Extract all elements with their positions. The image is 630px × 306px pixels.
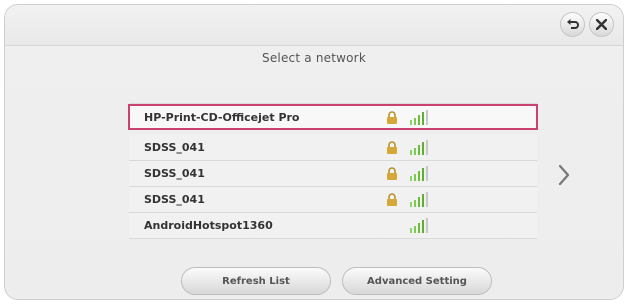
back-button[interactable] xyxy=(560,12,585,37)
close-button[interactable] xyxy=(589,12,614,37)
wifi-signal-icon xyxy=(410,192,428,207)
advanced-setting-button[interactable]: Advanced Setting xyxy=(342,267,492,295)
network-name: SDSS_041 xyxy=(144,193,205,206)
network-row[interactable]: HP-Print-CD-Officejet Pro xyxy=(128,104,538,130)
wifi-signal-icon xyxy=(410,140,428,155)
network-list: HP-Print-CD-Officejet Pro SDSS_041 SDSS_… xyxy=(128,103,538,244)
network-row[interactable]: SDSS_041 xyxy=(129,135,537,161)
wifi-signal-icon xyxy=(410,166,428,181)
dialog-header xyxy=(5,5,623,46)
network-dialog: Select a network HP-Print-CD-Officejet P… xyxy=(4,4,624,300)
lock-icon xyxy=(387,111,397,124)
lock-icon xyxy=(387,193,397,206)
back-icon xyxy=(566,18,579,29)
lock-icon xyxy=(387,141,397,154)
close-icon xyxy=(596,19,607,30)
network-name: SDSS_041 xyxy=(144,141,205,154)
network-row[interactable]: SDSS_041 xyxy=(129,187,537,213)
network-row[interactable]: SDSS_041 xyxy=(129,161,537,187)
dialog-title: Select a network xyxy=(262,51,366,65)
network-name: HP-Print-CD-Officejet Pro xyxy=(144,111,300,124)
network-row[interactable]: AndroidHotspot1360 xyxy=(129,213,537,239)
network-name: AndroidHotspot1360 xyxy=(144,219,273,232)
network-name: SDSS_041 xyxy=(144,167,205,180)
lock-icon xyxy=(387,167,397,180)
wifi-signal-icon xyxy=(410,110,428,125)
chevron-right-icon[interactable] xyxy=(556,163,572,187)
wifi-signal-icon xyxy=(410,218,428,233)
refresh-list-button[interactable]: Refresh List xyxy=(181,267,331,295)
